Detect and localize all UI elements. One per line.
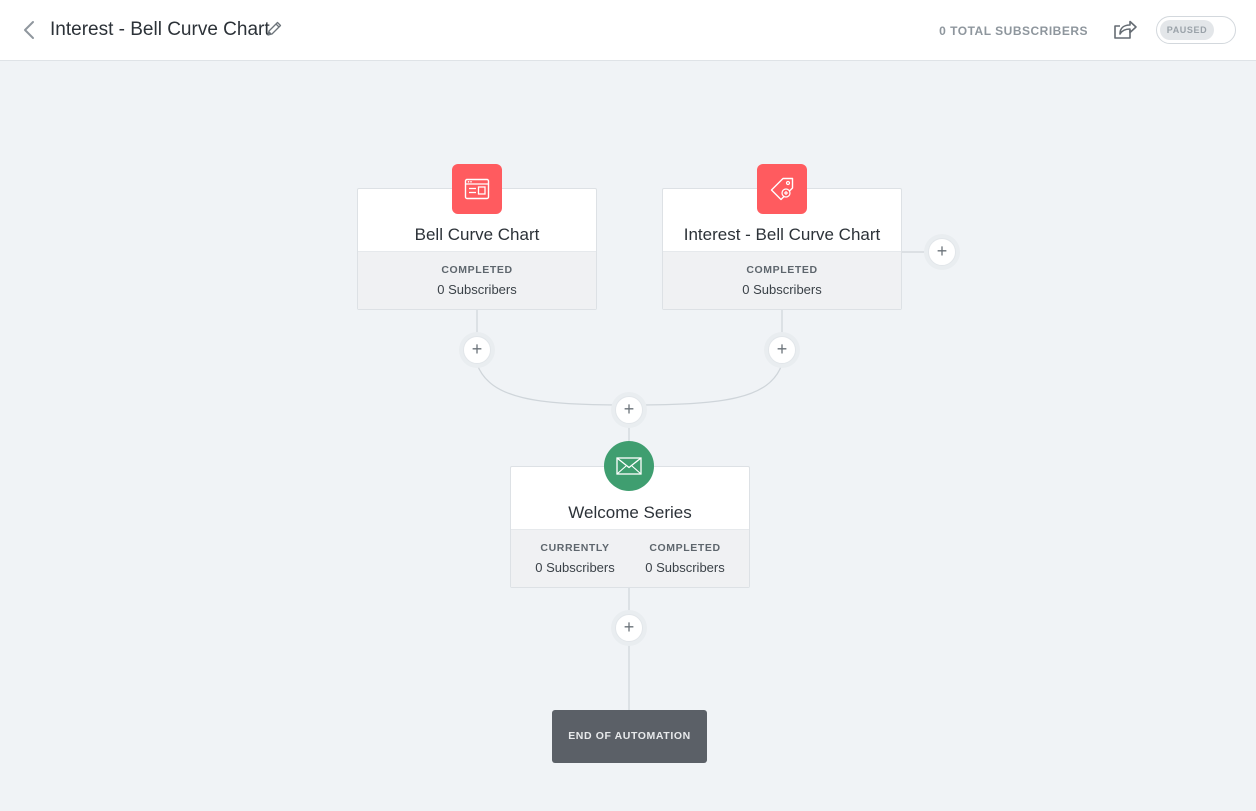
add-step-button[interactable]: + [768,336,796,364]
envelope-icon [616,457,642,475]
stat-value: 0 Subscribers [535,560,615,575]
node-title: Welcome Series [568,503,692,522]
stat-label: CURRENTLY [540,542,610,554]
stat-value: 0 Subscribers [645,560,725,575]
stat-label: COMPLETED [746,264,818,276]
node-stats: CURRENTLY 0 Subscribers COMPLETED 0 Subs… [511,529,749,587]
form-icon [464,178,490,200]
stat-value: 0 Subscribers [742,282,822,297]
add-step-button[interactable]: + [463,336,491,364]
node-stats: COMPLETED 0 Subscribers [663,251,901,309]
completed-stat: COMPLETED 0 Subscribers [627,542,743,575]
stat-label: COMPLETED [649,542,721,554]
completed-stat: COMPLETED 0 Subscribers [358,264,596,297]
tag-trigger-icon [757,164,807,214]
stat-label: COMPLETED [441,264,513,276]
currently-stat: CURRENTLY 0 Subscribers [517,542,633,575]
add-step-button[interactable]: + [928,238,956,266]
node-title: Bell Curve Chart [414,225,540,244]
end-of-automation: END OF AUTOMATION [552,710,707,763]
tag-icon [770,177,794,201]
form-trigger-icon [452,164,502,214]
stat-value: 0 Subscribers [437,282,517,297]
add-step-button[interactable]: + [615,396,643,424]
add-step-button[interactable]: + [615,614,643,642]
node-title: Interest - Bell Curve Chart [683,225,881,244]
completed-stat: COMPLETED 0 Subscribers [663,264,901,297]
node-stats: COMPLETED 0 Subscribers [358,251,596,309]
email-action-icon [604,441,654,491]
